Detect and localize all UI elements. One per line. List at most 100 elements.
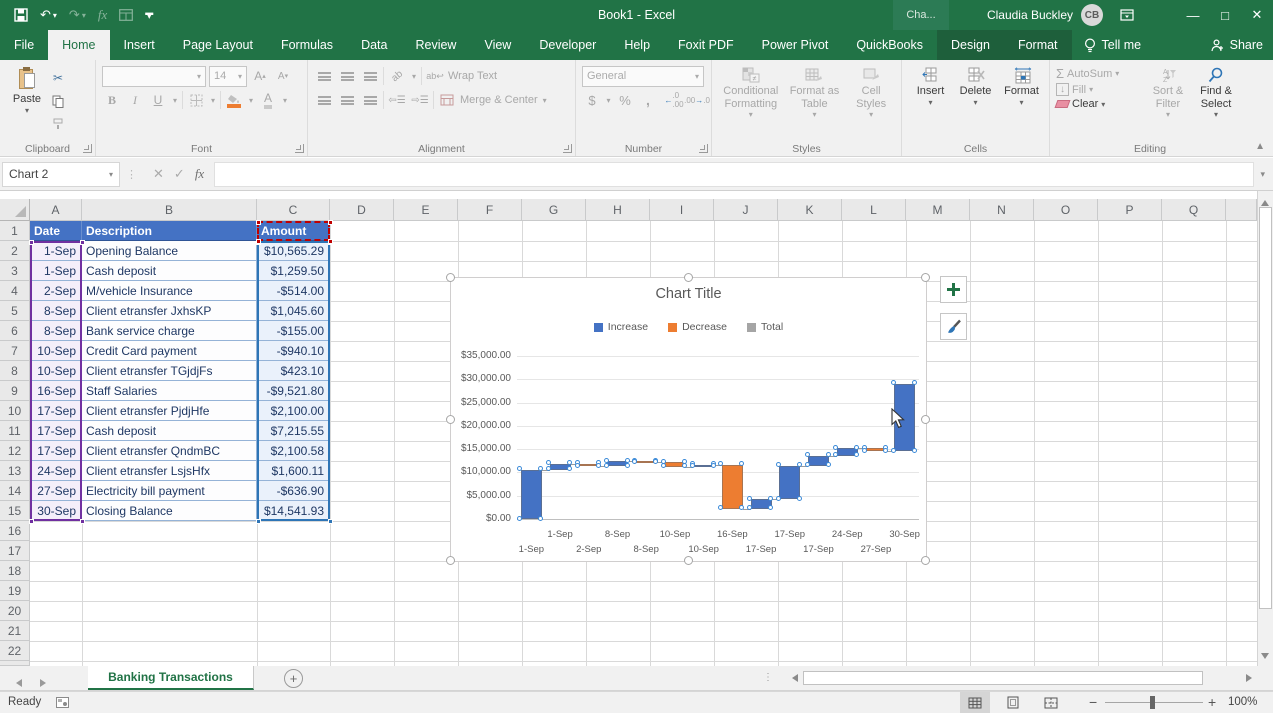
table-row-12-amount[interactable]: $2,100.58 [257,441,330,461]
avatar[interactable]: CB [1081,4,1103,26]
row-header-19[interactable]: 19 [0,581,30,601]
tab-formulas[interactable]: Formulas [267,30,347,60]
scroll-left-icon[interactable] [787,669,803,687]
scroll-down-icon[interactable] [1261,646,1269,664]
row-header-13[interactable]: 13 [0,461,30,481]
delete-cells-button[interactable]: Delete ▾ [953,64,998,110]
ribbon-display-options-icon[interactable] [1111,0,1143,30]
copy-icon[interactable] [48,91,68,111]
column-header-P[interactable]: P [1098,199,1162,221]
clear-button[interactable]: Clear ▾ [1056,98,1144,110]
table-row-10-date[interactable]: 17-Sep [30,401,82,421]
table-row-5-date[interactable]: 8-Sep [30,301,82,321]
cut-icon[interactable]: ✂ [48,68,68,88]
format-cells-button[interactable]: Format ▾ [998,64,1045,110]
table-row-5-description[interactable]: Client etransfer JxhsKP [82,301,257,321]
table-row-14-description[interactable]: Electricity bill payment [82,481,257,501]
chart-selection-handle[interactable] [921,273,930,282]
select-all-corner[interactable] [0,199,30,221]
tab-power-pivot[interactable]: Power Pivot [748,30,843,60]
table-header-description[interactable]: Description [82,221,257,241]
table-row-8-amount[interactable]: $423.10 [257,361,330,381]
chart-selection-handle[interactable] [446,273,455,282]
paste-button[interactable]: Paste ▾ [6,64,48,134]
zoom-slider-thumb[interactable] [1150,696,1155,709]
table-row-7-date[interactable]: 10-Sep [30,341,82,361]
tab-design[interactable]: Design [937,30,1004,60]
close-icon[interactable]: ✕ [1241,0,1273,30]
table-row-13-description[interactable]: Client etransfer LsjsHfx [82,461,257,481]
table-row-11-amount[interactable]: $7,215.55 [257,421,330,441]
row-header-4[interactable]: 4 [0,281,30,301]
chart[interactable]: Chart Title IncreaseDecreaseTotal $0.00$… [450,277,927,562]
tab-insert[interactable]: Insert [110,30,169,60]
table-row-15-amount[interactable]: $14,541.93 [257,501,330,521]
find-select-button[interactable]: Find & Select ▾ [1192,64,1240,122]
column-header-H[interactable]: H [586,199,650,221]
tab-quickbooks[interactable]: QuickBooks [842,30,937,60]
name-box[interactable]: Chart 2 ▾ [2,162,120,187]
row-header-12[interactable]: 12 [0,441,30,461]
table-row-8-date[interactable]: 10-Sep [30,361,82,381]
table-row-6-date[interactable]: 8-Sep [30,321,82,341]
tab-data[interactable]: Data [347,30,401,60]
new-sheet-button[interactable]: + [284,669,303,688]
vertical-scrollbar[interactable] [1257,191,1273,666]
zoom-level[interactable]: 100% [1228,696,1257,708]
view-normal-icon[interactable] [960,692,990,713]
table-row-9-description[interactable]: Staff Salaries [82,381,257,401]
save-icon[interactable] [14,8,28,22]
undo-icon[interactable]: ↶▾ [40,7,57,23]
chart-selection-handle[interactable] [446,556,455,565]
table-row-6-description[interactable]: Bank service charge [82,321,257,341]
column-header-G[interactable]: G [522,199,586,221]
column-header-A[interactable]: A [30,199,82,221]
table-row-3-description[interactable]: Cash deposit [82,261,257,281]
table-row-3-date[interactable]: 1-Sep [30,261,82,281]
table-row-14-date[interactable]: 27-Sep [30,481,82,501]
column-header-E[interactable]: E [394,199,458,221]
row-header-7[interactable]: 7 [0,341,30,361]
tab-file[interactable]: File [0,30,48,60]
row-header-10[interactable]: 10 [0,401,30,421]
view-page-break-icon[interactable] [1036,692,1066,713]
table-row-4-description[interactable]: M/vehicle Insurance [82,281,257,301]
sheet-nav-left-icon[interactable] [16,674,22,692]
tab-foxit-pdf[interactable]: Foxit PDF [664,30,748,60]
font-dialog-launcher-icon[interactable] [295,144,304,153]
alignment-dialog-launcher-icon[interactable] [563,144,572,153]
waterfall-bar-1-increase[interactable] [521,470,542,519]
insert-cells-button[interactable]: Insert ▾ [908,64,953,110]
table-row-13-amount[interactable]: $1,600.11 [257,461,330,481]
sheet-nav-right-icon[interactable] [40,674,46,692]
tab-splitter[interactable]: ⋮ [763,672,774,683]
number-dialog-launcher-icon[interactable] [699,144,708,153]
table-row-2-date[interactable]: 1-Sep [30,241,82,261]
column-header-O[interactable]: O [1034,199,1098,221]
tab-page-layout[interactable]: Page Layout [169,30,267,60]
table-row-12-date[interactable]: 17-Sep [30,441,82,461]
tell-me-box[interactable]: Tell me [1072,30,1154,60]
column-header-J[interactable]: J [714,199,778,221]
column-header-L[interactable]: L [842,199,906,221]
table-row-15-date[interactable]: 30-Sep [30,501,82,521]
share-button[interactable]: Share [1211,30,1263,60]
table-row-9-amount[interactable]: -$9,521.80 [257,381,330,401]
table-row-4-date[interactable]: 2-Sep [30,281,82,301]
column-header-B[interactable]: B [82,199,257,221]
column-header-F[interactable]: F [458,199,522,221]
row-header-17[interactable]: 17 [0,541,30,561]
horizontal-scroll-thumb[interactable] [803,671,1203,685]
horizontal-scrollbar[interactable] [787,669,1257,687]
row-header-5[interactable]: 5 [0,301,30,321]
user-name[interactable]: Claudia Buckley [987,8,1073,22]
maximize-icon[interactable]: □ [1209,0,1241,30]
table-row-2-description[interactable]: Opening Balance [82,241,257,261]
view-page-layout-icon[interactable] [998,692,1028,713]
macro-record-icon[interactable] [56,697,69,708]
table-header-date[interactable]: Date [30,221,82,241]
minimize-icon[interactable]: — [1177,0,1209,30]
vertical-scroll-thumb[interactable] [1259,207,1272,609]
tab-home[interactable]: Home [48,30,109,60]
waterfall-bar-10-increase[interactable] [779,466,800,500]
